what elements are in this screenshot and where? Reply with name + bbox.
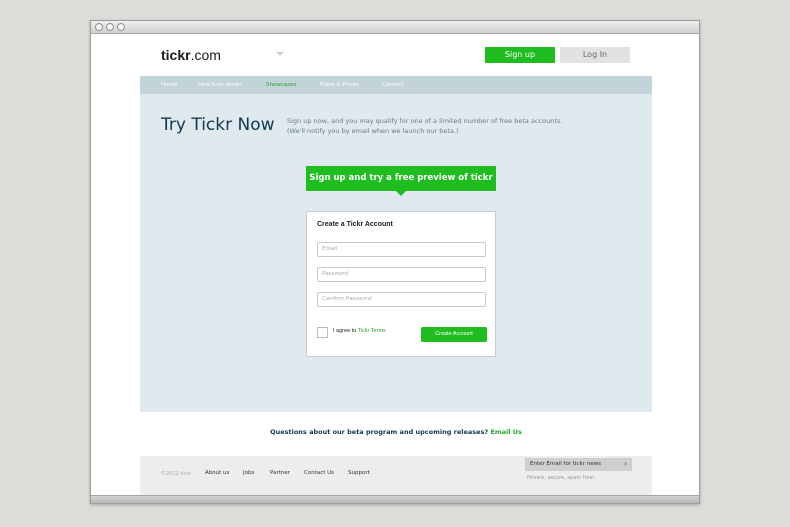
- hero-section: Try Tickr Now Sign up now, and you may q…: [140, 94, 652, 412]
- nav-item-how-tickr-works[interactable]: How tickr works: [198, 76, 242, 94]
- window-bottombar: [91, 495, 699, 503]
- newsletter-placeholder: Enter Email for tickr news: [530, 461, 601, 467]
- minimize-window-icon[interactable]: [106, 23, 114, 31]
- tickr-logo[interactable]: tickr.com: [161, 47, 221, 63]
- agree-terms-checkbox[interactable]: [317, 327, 328, 338]
- agree-terms-label: I agree to Tickr Terms: [333, 328, 386, 334]
- active-nav-indicator: [276, 52, 284, 56]
- logo-domain: .com: [190, 47, 221, 63]
- nav-item-home[interactable]: Home: [161, 76, 177, 94]
- footer-link-about-us[interactable]: About us: [205, 470, 229, 476]
- main-nav: Home How tickr works Showcases Plans & P…: [140, 76, 652, 94]
- free-preview-banner: Sign up and try a free preview of tickr: [306, 166, 496, 191]
- nav-item-showcases[interactable]: Showcases: [266, 76, 296, 94]
- hero-description: Sign up now, and you may qualify for one…: [287, 116, 587, 136]
- hero-desc-line-2: (We'll notify you by email when we launc…: [287, 127, 459, 135]
- questions-text: Questions about our beta program and upc…: [270, 428, 489, 436]
- footer-link-support[interactable]: Support: [348, 470, 370, 476]
- create-account-button[interactable]: Create Account: [421, 327, 487, 342]
- email-us-link[interactable]: Email Us: [490, 428, 521, 436]
- logo-bold: tickr: [161, 47, 191, 63]
- password-field[interactable]: Password: [317, 267, 486, 282]
- email-field[interactable]: Email: [317, 242, 486, 257]
- form-title: Create a Tickr Account: [317, 221, 393, 228]
- nav-item-contact[interactable]: Contact: [382, 76, 403, 94]
- browser-window: tickr.com Sign up Log In Home How tickr …: [90, 20, 700, 504]
- banner-pointer: [396, 191, 406, 196]
- footer-link-jobs[interactable]: Jobs: [243, 470, 254, 476]
- questions-line: Questions about our beta program and upc…: [140, 428, 652, 436]
- agree-text: I agree to: [333, 328, 358, 334]
- footer: ©2012 tickr About us Jobs Partner Contac…: [140, 456, 652, 497]
- hero-desc-line-1: Sign up now, and you may qualify for one…: [287, 117, 563, 125]
- header-signup-button[interactable]: Sign up: [485, 47, 555, 63]
- close-window-icon[interactable]: [95, 23, 103, 31]
- page-title: Try Tickr Now: [161, 115, 275, 135]
- newsletter-email-input[interactable]: Enter Email for tickr news ›: [525, 458, 632, 471]
- footer-link-partner[interactable]: Partner: [270, 470, 290, 476]
- footer-link-contact-us[interactable]: Contact Us: [304, 470, 334, 476]
- copyright: ©2012 tickr: [161, 471, 192, 477]
- create-account-form: Create a Tickr Account Email Password Co…: [306, 211, 496, 357]
- maximize-window-icon[interactable]: [117, 23, 125, 31]
- window-titlebar: [91, 21, 699, 34]
- nav-item-plans-prices[interactable]: Plans & Prices: [320, 76, 359, 94]
- tickr-terms-link[interactable]: Tickr Terms: [358, 328, 386, 334]
- chevron-right-icon[interactable]: ›: [624, 458, 627, 471]
- web-page: tickr.com Sign up Log In Home How tickr …: [140, 34, 652, 497]
- header-login-button[interactable]: Log In: [560, 47, 630, 63]
- confirm-password-field[interactable]: Confirm Password: [317, 292, 486, 307]
- newsletter-note: Private, secure, spam free!: [527, 475, 595, 481]
